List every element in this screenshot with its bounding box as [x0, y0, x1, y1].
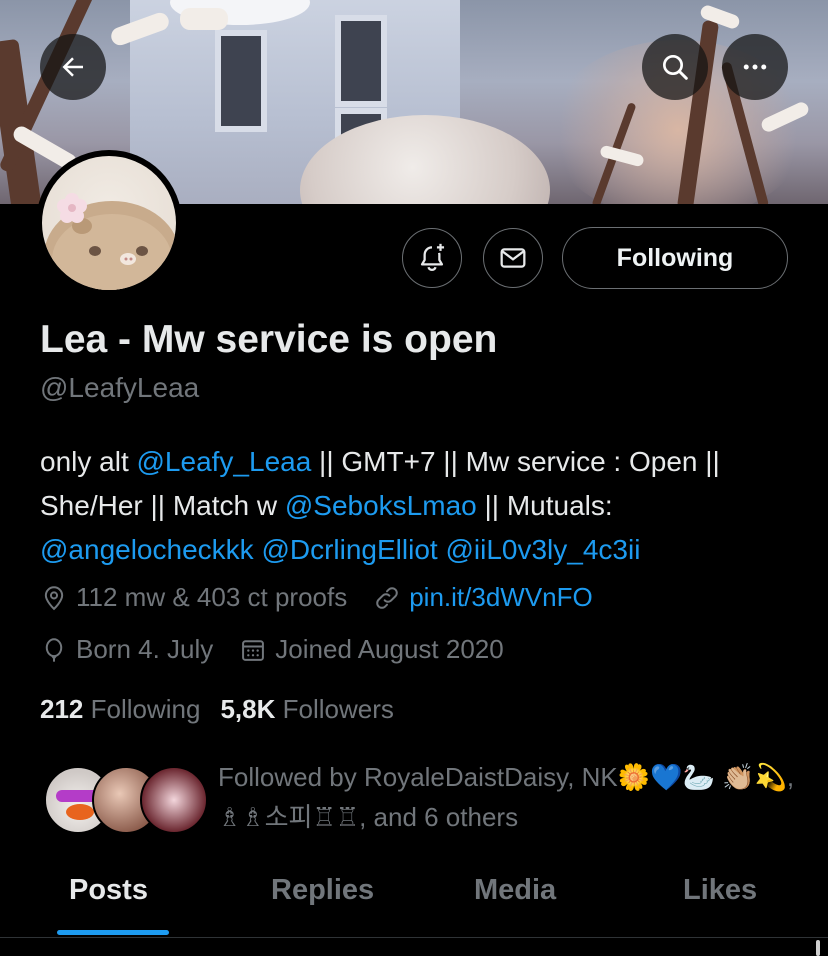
birthday-text: Born 4. July: [76, 634, 214, 664]
bio-mention[interactable]: @SeboksLmao: [285, 490, 477, 521]
bio-text: only alt: [40, 446, 137, 477]
profile-avatar[interactable]: [36, 150, 182, 296]
location-pin-icon: [44, 585, 64, 610]
followers-label: Followers: [282, 694, 394, 724]
following-button[interactable]: Following: [562, 227, 788, 289]
active-tab-indicator: [57, 930, 169, 935]
link-icon: [376, 586, 398, 609]
balloon-icon: [45, 637, 63, 662]
bio-text: || Mutuals:: [476, 490, 613, 521]
following-count: 212: [40, 694, 84, 724]
avatar-bear-illustration: [44, 193, 176, 290]
location-text: 112 mw & 403 ct proofs: [76, 582, 348, 612]
following-stat[interactable]: 212 Following: [40, 694, 200, 724]
bio-mention[interactable]: @Leafy_Leaa: [137, 446, 312, 477]
bio-mention[interactable]: @DcrlingElliot: [261, 534, 437, 565]
tab-replies[interactable]: Replies: [271, 874, 374, 907]
back-button[interactable]: [40, 34, 106, 100]
followed-by-text[interactable]: Followed by RoyaleDaistDaisy, NK🌼💙🦢 👏🏼💫,…: [218, 757, 798, 837]
banner-window: [215, 30, 267, 132]
notify-button[interactable]: [402, 228, 462, 288]
joined-item: Joined August 2020: [239, 634, 504, 665]
followed-by-avatars[interactable]: [44, 766, 208, 834]
bio-mention[interactable]: @angelocheckkk: [40, 534, 254, 565]
follow-stats: 212 Following 5,8K Followers: [40, 694, 394, 725]
following-label: Following: [90, 694, 201, 724]
profile-meta-row: Born 4. July Joined August 2020: [40, 634, 530, 665]
website-item[interactable]: pin.it/3dWVnFO: [373, 582, 593, 613]
bell-plus-icon: [420, 243, 445, 271]
profile-meta-row: 112 mw & 403 ct proofs pin.it/3dWVnFO: [40, 582, 619, 613]
tabs-divider: [0, 937, 828, 938]
banner-snow: [180, 8, 228, 30]
tab-posts[interactable]: Posts: [69, 874, 148, 907]
user-handle: @LeafyLeaa: [40, 372, 200, 403]
display-name: Lea - Mw service is open: [40, 318, 498, 361]
calendar-icon: [242, 639, 265, 661]
tab-media[interactable]: Media: [474, 874, 556, 907]
location-item: 112 mw & 403 ct proofs: [40, 582, 347, 613]
avatar-image: [42, 156, 176, 290]
envelope-icon: [500, 248, 526, 268]
more-button[interactable]: [722, 34, 788, 100]
profile-bio: only alt @Leafy_Leaa || GMT+7 || Mw serv…: [40, 440, 800, 572]
followers-stat[interactable]: 5,8K Followers: [220, 694, 393, 724]
message-button[interactable]: [483, 228, 543, 288]
joined-text: Joined August 2020: [275, 634, 504, 664]
profile-tabs: Posts Replies Media Likes: [0, 860, 828, 938]
scrollbar[interactable]: [816, 940, 820, 956]
search-icon: [663, 55, 688, 80]
followers-count: 5,8K: [220, 694, 276, 724]
banner-window: [335, 15, 387, 107]
bio-mention[interactable]: @iiL0v3ly_4c3ii: [445, 534, 640, 565]
website-link[interactable]: pin.it/3dWVnFO: [409, 582, 593, 613]
follower-avatar: [140, 766, 208, 834]
arrow-left-icon: [62, 57, 83, 77]
birthday-item: Born 4. July: [40, 634, 213, 665]
tab-likes[interactable]: Likes: [683, 874, 757, 907]
search-button[interactable]: [642, 34, 708, 100]
more-horizontal-icon: [743, 64, 767, 70]
